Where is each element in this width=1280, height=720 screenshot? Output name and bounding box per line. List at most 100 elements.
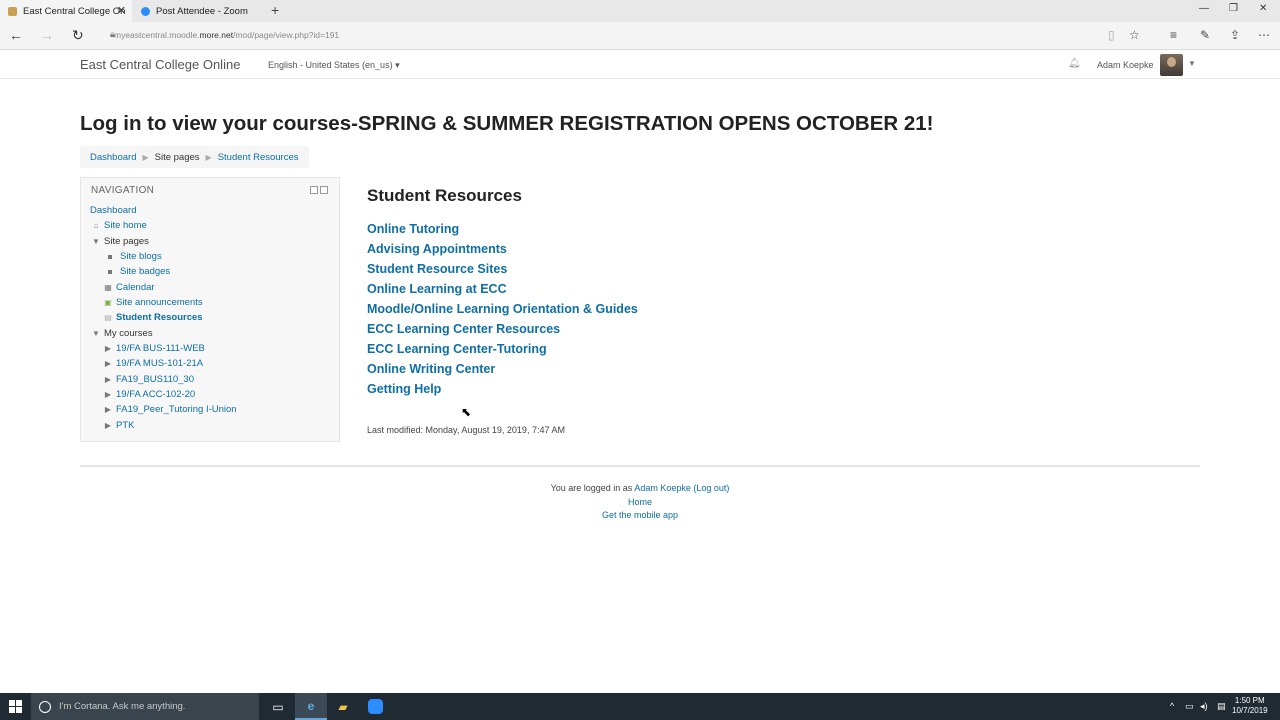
action-center-icon[interactable]: ▤ xyxy=(1217,701,1226,712)
restore-icon[interactable]: ❐ xyxy=(1229,3,1238,14)
login-info: You are logged in as Adam Koepke (Log ou… xyxy=(0,483,1280,497)
nav-item-label[interactable]: FA19_BUS110_30 xyxy=(116,374,194,385)
nav-item-site-pages[interactable]: ▼ Site pages xyxy=(90,236,149,247)
cortana-search-input[interactable]: I'm Cortana. Ask me anything. xyxy=(31,693,259,720)
resource-link[interactable]: Online Writing Center xyxy=(367,361,638,381)
resource-link[interactable]: Student Resource Sites xyxy=(367,261,638,281)
nav-item-course[interactable]: ▶ FA19_Peer_Tutoring I-Union xyxy=(102,404,237,415)
minimize-icon[interactable]: — xyxy=(1199,3,1209,14)
reading-view-icon[interactable]: ▯ xyxy=(1108,28,1115,42)
nav-item-student-resources[interactable]: ▤ Student Resources xyxy=(102,312,203,323)
collapsed-triangle-icon[interactable]: ▶ xyxy=(102,375,114,384)
network-icon[interactable]: ▭ xyxy=(1185,701,1194,712)
nav-item-label[interactable]: PTK xyxy=(116,420,134,431)
taskbar-clock[interactable]: 1:50 PM 10/7/2019 xyxy=(1232,696,1268,716)
close-tab-icon[interactable]: ✕ xyxy=(117,4,126,17)
web-note-icon[interactable]: ✎ xyxy=(1200,28,1210,42)
collapsed-triangle-icon[interactable]: ▶ xyxy=(102,405,114,414)
url-path: /mod/page/view.php?id=191 xyxy=(233,30,340,40)
last-modified: Last modified: Monday, August 19, 2019, … xyxy=(367,425,565,435)
nav-item-site-blogs[interactable]: Site blogs xyxy=(104,251,162,262)
nav-item-label[interactable]: Dashboard xyxy=(90,205,136,216)
nav-item-label[interactable]: 19/FA MUS-101-21A xyxy=(116,358,203,369)
file-explorer-icon[interactable]: ▰ xyxy=(327,693,359,720)
breadcrumb-separator-icon: ▶ xyxy=(142,152,149,162)
resource-link[interactable]: ECC Learning Center Resources xyxy=(367,321,638,341)
nav-item-label[interactable]: Site home xyxy=(104,220,147,231)
footer-divider xyxy=(80,465,1200,467)
calendar-icon: ▦ xyxy=(104,283,112,292)
expanded-triangle-icon[interactable]: ▼ xyxy=(90,237,102,246)
windows-start-icon[interactable] xyxy=(9,700,22,713)
notification-bell-icon[interactable]: 🔔︎ xyxy=(1068,58,1081,69)
nav-item-dashboard[interactable]: Dashboard xyxy=(90,205,136,216)
resource-link[interactable]: Getting Help xyxy=(367,381,638,401)
resource-link[interactable]: Online Tutoring xyxy=(367,221,638,241)
zoom-app-icon[interactable] xyxy=(359,693,391,720)
refresh-icon[interactable]: ↻ xyxy=(72,27,84,44)
task-view-icon[interactable]: ▭ xyxy=(262,693,294,720)
nav-item-course[interactable]: ▶ 19/FA BUS-111-WEB xyxy=(102,343,205,354)
footer-home-link[interactable]: Home xyxy=(628,497,652,507)
resource-link[interactable]: ECC Learning Center-Tutoring xyxy=(367,341,638,361)
nav-item-course[interactable]: ▶ PTK xyxy=(102,420,135,431)
nav-item-course[interactable]: ▶ 19/FA MUS-101-21A xyxy=(102,358,203,369)
mobile-app-link[interactable]: Get the mobile app xyxy=(602,510,678,520)
collapsed-triangle-icon[interactable]: ▶ xyxy=(102,359,114,368)
browser-tab-bar: East Central College On ✕ Post Attendee … xyxy=(0,0,1280,22)
site-brand[interactable]: East Central College Online xyxy=(80,57,240,72)
close-window-icon[interactable]: ✕ xyxy=(1259,3,1267,14)
login-info-text: You are logged in as xyxy=(550,483,633,493)
edge-browser-icon[interactable]: e xyxy=(295,693,327,720)
nav-item-label[interactable]: Site announcements xyxy=(116,297,203,308)
nav-item-label[interactable]: 19/FA ACC-102-20 xyxy=(116,389,195,400)
favorite-star-icon[interactable]: ☆ xyxy=(1129,28,1140,42)
avatar[interactable] xyxy=(1160,54,1183,76)
tab-east-central[interactable]: East Central College On ✕ xyxy=(0,0,132,22)
nav-item-site-badges[interactable]: Site badges xyxy=(104,266,170,277)
share-icon[interactable]: ⇪ xyxy=(1230,28,1240,42)
language-menu[interactable]: English - United States (en_us) ▾ xyxy=(268,60,400,71)
windows-taskbar: I'm Cortana. Ask me anything. ▭ e ▰ ^ ▭ … xyxy=(0,693,1280,720)
cortana-icon xyxy=(39,700,51,713)
nav-item-label[interactable]: Calendar xyxy=(116,282,155,293)
hub-icon[interactable]: ≡ xyxy=(1170,28,1177,42)
url-prefix: myeastcentral.moodle. xyxy=(114,30,200,40)
collapsed-triangle-icon[interactable]: ▶ xyxy=(102,390,114,399)
volume-icon[interactable]: ◂) xyxy=(1200,701,1208,712)
more-icon[interactable]: ⋯ xyxy=(1258,28,1270,42)
new-tab-icon[interactable]: + xyxy=(271,2,279,18)
nav-item-label[interactable]: Site blogs xyxy=(120,251,162,262)
resource-link[interactable]: Advising Appointments xyxy=(367,241,638,261)
user-name[interactable]: Adam Koepke xyxy=(1097,60,1154,70)
nav-item-my-courses[interactable]: ▼ My courses xyxy=(90,328,153,339)
collapsed-triangle-icon[interactable]: ▶ xyxy=(102,344,114,353)
url-field[interactable]: myeastcentral.moodle.more.net/mod/page/v… xyxy=(114,30,339,40)
logout-link[interactable]: (Log out) xyxy=(693,483,729,493)
nav-item-calendar[interactable]: ▦ Calendar xyxy=(102,282,155,293)
nav-item-course[interactable]: ▶ FA19_BUS110_30 xyxy=(102,374,194,385)
user-menu-chevron-down-icon[interactable]: ▼ xyxy=(1188,59,1196,68)
footer-user-link[interactable]: Adam Koepke xyxy=(634,483,691,493)
nav-item-label[interactable]: 19/FA BUS-111-WEB xyxy=(116,343,205,354)
dock-block-icon[interactable] xyxy=(310,186,318,194)
nav-item-label[interactable]: Site badges xyxy=(120,266,170,277)
back-icon[interactable]: ← xyxy=(9,27,23,43)
nav-item-label[interactable]: Student Resources xyxy=(116,312,203,323)
breadcrumb-student-resources[interactable]: Student Resources xyxy=(218,152,299,163)
breadcrumb-site-pages: Site pages xyxy=(154,151,200,163)
nav-item-course[interactable]: ▶ 19/FA ACC-102-20 xyxy=(102,389,195,400)
breadcrumb-dashboard[interactable]: Dashboard xyxy=(90,152,136,163)
nav-item-label[interactable]: FA19_Peer_Tutoring I-Union xyxy=(116,404,237,415)
tab-zoom[interactable]: Post Attendee - Zoom xyxy=(133,0,267,22)
resource-link[interactable]: Online Learning at ECC xyxy=(367,281,638,301)
nav-item-site-announcements[interactable]: ▣ Site announcements xyxy=(102,297,203,308)
page-icon: ▤ xyxy=(104,313,112,322)
nav-item-site-home[interactable]: ⌂ Site home xyxy=(90,220,147,231)
resource-link[interactable]: Moodle/Online Learning Orientation & Gui… xyxy=(367,301,638,321)
collapsed-triangle-icon[interactable]: ▶ xyxy=(102,421,114,430)
expanded-triangle-icon[interactable]: ▼ xyxy=(90,329,102,338)
tray-chevron-up-icon[interactable]: ^ xyxy=(1170,701,1174,711)
collapse-block-icon[interactable] xyxy=(320,186,328,194)
forward-icon[interactable]: → xyxy=(40,27,54,43)
